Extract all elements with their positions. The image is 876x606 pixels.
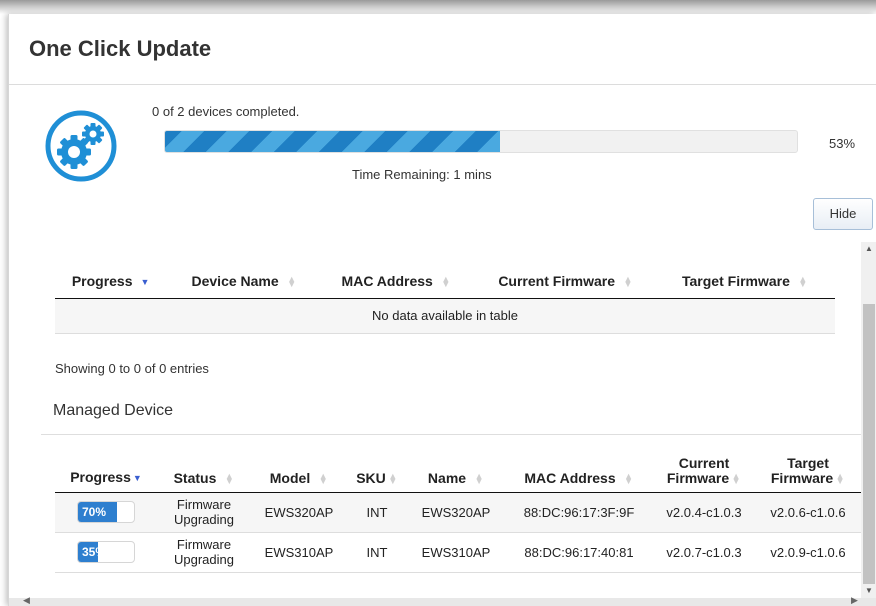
dialog-title: One Click Update: [29, 36, 212, 61]
device-progress-bar: 70%: [77, 501, 135, 523]
col-header-name[interactable]: Name ▲ ▼: [407, 448, 505, 493]
device-progress-fill: 35%: [78, 542, 106, 562]
sort-icon: ▲ ▼: [474, 470, 484, 486]
table-info: Showing 0 to 0 of 0 entries: [55, 361, 209, 376]
scroll-down-icon[interactable]: ▼: [865, 586, 873, 595]
name-cell: EWS310AP: [407, 532, 505, 573]
sort-icon: ▲ ▼: [624, 470, 634, 486]
scrollbar-thumb[interactable]: [863, 304, 875, 584]
target-firmware-cell: v2.0.9-c1.0.6: [755, 532, 861, 573]
progress-cell: 70%: [55, 492, 157, 533]
col-header-mac-address[interactable]: MAC Address ▲ ▼: [321, 264, 477, 299]
sort-icon: ▲ ▼: [224, 470, 234, 486]
col-header-status[interactable]: Status ▲ ▼: [157, 448, 251, 493]
status-cell: Firmware Upgrading: [157, 492, 251, 533]
section-divider: [41, 434, 861, 435]
sort-icon: ▲ ▼: [441, 274, 451, 290]
dialog-scroll-content[interactable]: Progress ▼ Device Name ▲ ▼ MAC Address ▲ ▼ Cu…: [9, 242, 861, 598]
overall-progress-fill: [165, 131, 500, 152]
overall-progress-bar: [164, 130, 798, 153]
col-header-sku[interactable]: SKU ▲ ▼: [347, 448, 407, 493]
col-header-mac-address[interactable]: MAC Address ▲ ▼: [505, 448, 653, 493]
model-cell: EWS310AP: [251, 532, 347, 573]
table-row[interactable]: 35% Firmware Upgrading EWS310AP INT EWS3…: [55, 532, 861, 573]
sort-icon: ▲ ▼: [287, 274, 297, 290]
model-cell: EWS320AP: [251, 492, 347, 533]
sort-desc-icon: ▼: [132, 472, 142, 483]
devices-completed-text: 0 of 2 devices completed.: [152, 104, 300, 119]
hide-button[interactable]: Hide: [813, 198, 873, 230]
mac-cell: 88:DC:96:17:3F:9F: [505, 492, 653, 533]
empty-table-message: No data available in table: [55, 298, 835, 334]
col-header-target-firmware[interactable]: Target Firmware ▲ ▼: [660, 264, 835, 299]
col-header-target-firmware[interactable]: Target Firmware ▲ ▼: [755, 448, 861, 493]
one-click-update-dialog: One Click Update 0 of 2 devices complete…: [8, 14, 876, 606]
scroll-left-icon[interactable]: ◀: [23, 595, 30, 606]
sort-icon: ▲ ▼: [835, 470, 845, 486]
status-cell: Firmware Upgrading: [157, 532, 251, 573]
time-remaining-text: Time Remaining: 1 mins: [352, 167, 492, 182]
col-header-progress[interactable]: Progress ▼: [55, 264, 173, 299]
scroll-right-icon[interactable]: ▶: [851, 595, 858, 606]
device-progress-fill: 70%: [78, 502, 118, 522]
table-row: No data available in table: [55, 298, 835, 334]
gears-icon: [45, 110, 117, 182]
sort-icon: ▲ ▼: [388, 470, 398, 486]
sku-cell: INT: [347, 492, 407, 533]
col-header-current-firmware[interactable]: Current Firmware ▲ ▼: [653, 448, 755, 493]
sort-desc-icon: ▼: [140, 277, 150, 288]
title-divider: [9, 84, 876, 85]
sort-icon: ▲ ▼: [318, 470, 328, 486]
sort-icon: ▲ ▼: [798, 274, 808, 290]
current-firmware-cell: v2.0.7-c1.0.3: [653, 532, 755, 573]
vertical-scrollbar[interactable]: ▲ ▼: [861, 242, 876, 598]
horizontal-scrollbar[interactable]: ◀ ▶: [9, 595, 876, 606]
sku-cell: INT: [347, 532, 407, 573]
mac-cell: 88:DC:96:17:40:81: [505, 532, 653, 573]
sort-icon: ▲ ▼: [623, 274, 633, 290]
progress-cell: 35%: [55, 532, 157, 573]
scroll-up-icon[interactable]: ▲: [865, 244, 873, 253]
col-header-current-firmware[interactable]: Current Firmware ▲ ▼: [476, 264, 661, 299]
col-header-progress[interactable]: Progress ▼: [55, 448, 157, 493]
managed-device-table: Progress ▼ Status ▲ ▼ Model ▲ ▼ SKU ▲ ▼ Name ▲ ▼ …: [55, 448, 861, 573]
target-firmware-cell: v2.0.6-c1.0.6: [755, 492, 861, 533]
col-header-device-name[interactable]: Device Name ▲ ▼: [172, 264, 322, 299]
managed-device-heading: Managed Device: [53, 402, 174, 419]
device-progress-bar: 35%: [77, 541, 135, 563]
col-header-model[interactable]: Model ▲ ▼: [251, 448, 347, 493]
current-firmware-cell: v2.0.4-c1.0.3: [653, 492, 755, 533]
table-row[interactable]: 70% Firmware Upgrading EWS320AP INT EWS3…: [55, 492, 861, 533]
overall-progress-percent: 53%: [829, 136, 856, 151]
name-cell: EWS320AP: [407, 492, 505, 533]
sort-icon: ▲ ▼: [731, 470, 741, 486]
window-top-shadow: [0, 0, 876, 14]
update-table: Progress ▼ Device Name ▲ ▼ MAC Address ▲ ▼ Cu…: [55, 264, 835, 334]
